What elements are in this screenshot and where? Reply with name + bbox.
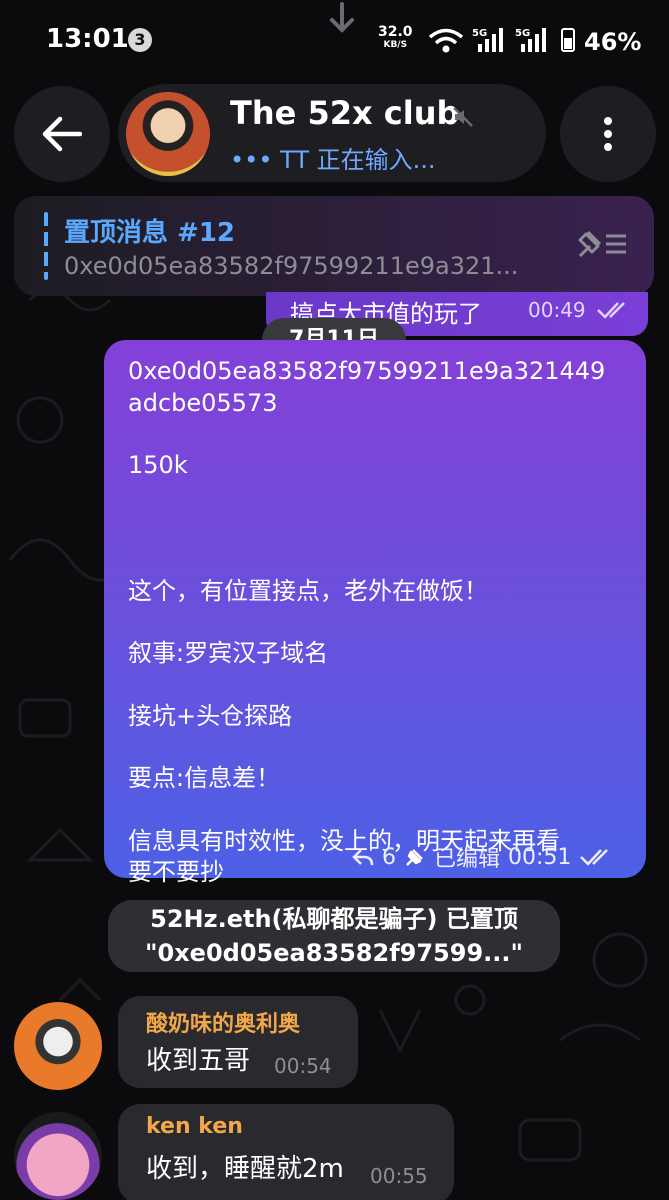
- back-button[interactable]: [14, 86, 110, 182]
- edited-label: 已编辑: [434, 847, 501, 872]
- pinned-indicator-bar: [44, 212, 48, 280]
- message-paragraph: 这个，有位置接点，老外在做饭！: [128, 576, 488, 605]
- message-meta: 6 已编辑 00:51: [352, 842, 615, 872]
- message-time: 00:51: [508, 844, 572, 870]
- muted-speaker-icon: [453, 107, 473, 127]
- wifi-icon: [428, 28, 464, 53]
- battery-icon: [561, 28, 575, 52]
- arrow-left-icon: [42, 116, 82, 152]
- message-text: 收到，睡醒就2m: [146, 1154, 344, 1184]
- message-time: 00:49: [528, 298, 586, 322]
- double-check-icon: [597, 302, 625, 319]
- message-paragraph: [128, 513, 628, 545]
- battery-percent: 46%: [584, 28, 642, 56]
- service-message-line2: "0xe0d05ea83582f97599...": [145, 939, 523, 967]
- sim2-label: 5G: [515, 28, 530, 39]
- sender-avatar[interactable]: [14, 1002, 102, 1090]
- group-avatar[interactable]: [126, 92, 210, 176]
- pull-down-arrow-icon: [330, 2, 354, 33]
- sender-name[interactable]: ken ken: [146, 1114, 243, 1139]
- message-paragraph: 接坑+头仓探路: [128, 701, 293, 730]
- pinned-message-bar[interactable]: 置顶消息 #12 0xe0d05ea83582f97599211e9a321..…: [14, 196, 654, 296]
- vertical-dots-icon: [604, 117, 612, 151]
- message-paragraph: 要点:信息差！: [128, 764, 281, 792]
- message-time: 00:54: [274, 1054, 332, 1078]
- sender-name[interactable]: 酸奶味的奥利奥: [146, 1006, 300, 1038]
- pinned-title: 置顶消息 #12: [64, 218, 236, 248]
- message-body: 0xe0d05ea83582f97599211e9a321449 adcbe05…: [128, 356, 628, 889]
- sim1-label: 5G: [472, 28, 487, 39]
- cell-signal-icon-sim1: 5G: [472, 28, 503, 52]
- chat-title: The 52x club: [230, 94, 460, 132]
- sender-avatar[interactable]: [14, 1112, 102, 1200]
- network-speed: 32.0 KB/S: [378, 24, 413, 52]
- typing-indicator: ••• TT 正在输入...: [230, 146, 436, 174]
- message-text: 收到五哥: [146, 1046, 251, 1076]
- message-paragraph: 150k: [128, 451, 188, 479]
- notification-count-badge: 3: [128, 28, 152, 52]
- reply-arrow-icon: [352, 849, 374, 866]
- pinned-preview-text: 0xe0d05ea83582f97599211e9a321...: [64, 252, 519, 280]
- pinned-service-message[interactable]: 52Hz.eth(私聊都是骗子) 已置顶 "0xe0d05ea83582f975…: [108, 900, 560, 972]
- pin-list-icon[interactable]: [574, 226, 630, 262]
- service-message-line1: 52Hz.eth(私聊都是骗子) 已置顶: [150, 905, 518, 933]
- double-check-icon: [580, 849, 609, 866]
- network-speed-unit: KB/S: [383, 40, 408, 50]
- message-bubble-incoming[interactable]: ken ken 收到，睡醒就2m 00:55: [118, 1104, 454, 1200]
- status-bar: 13:01 3 32.0 KB/S 5G 5G 46%: [0, 0, 669, 80]
- cell-signal-icon-sim2: 5G: [515, 28, 546, 52]
- chat-header[interactable]: The 52x club ••• TT 正在输入...: [118, 84, 546, 182]
- reply-count[interactable]: 6: [382, 845, 396, 870]
- message-paragraph: 叙事:罗宾汉子域名: [128, 639, 329, 667]
- network-speed-value: 32.0: [378, 24, 413, 40]
- pin-icon: [406, 849, 423, 866]
- message-bubble-incoming[interactable]: 酸奶味的奥利奥 收到五哥 00:54: [118, 996, 358, 1088]
- message-time: 00:55: [370, 1164, 428, 1188]
- more-options-button[interactable]: [560, 86, 656, 182]
- message-paragraph: 0xe0d05ea83582f97599211e9a321449 adcbe05…: [128, 357, 606, 417]
- message-bubble-outgoing-main[interactable]: 0xe0d05ea83582f97599211e9a321449 adcbe05…: [104, 340, 646, 886]
- clock: 13:01: [46, 24, 129, 54]
